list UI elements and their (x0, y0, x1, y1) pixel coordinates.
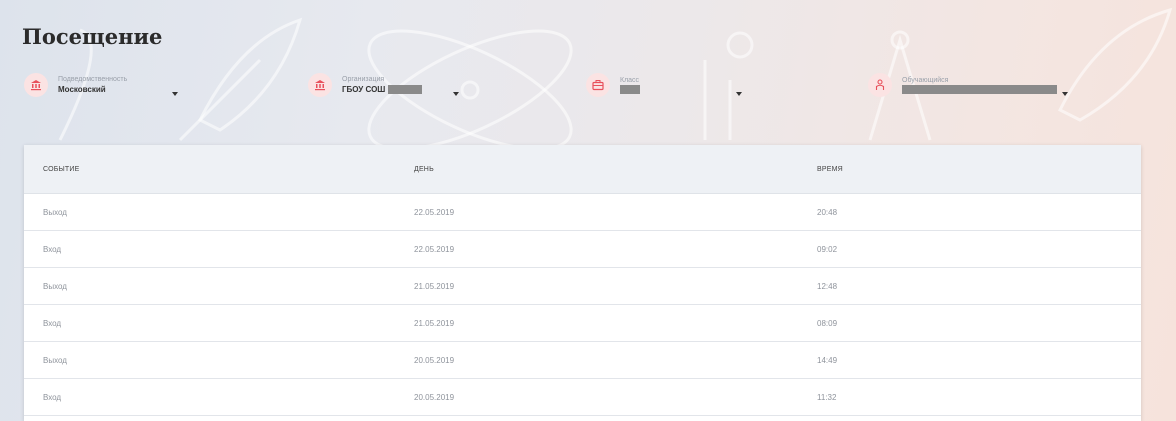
district-label: Подведомственность (58, 76, 128, 83)
bank-icon (308, 73, 332, 97)
class-label: Класс (620, 77, 640, 84)
table-row: Выход 22.05.2019 20:48 (24, 194, 1141, 231)
event-cell: Выход (43, 355, 67, 365)
chevron-down-icon[interactable] (736, 92, 742, 96)
attendance-table: СОБЫТИЕ ДЕНЬ ВРЕМЯ Выход 22.05.2019 20:4… (24, 145, 1141, 421)
briefcase-icon (586, 73, 610, 97)
bank-icon (24, 73, 48, 97)
class-value-row (620, 85, 640, 94)
time-cell: 12:48 (817, 281, 838, 291)
column-header-event[interactable]: СОБЫТИЕ (43, 166, 80, 173)
time-cell: 08:09 (817, 318, 838, 328)
redacted-block (902, 85, 1057, 94)
organization-value: ГБОУ СОШ (342, 85, 386, 94)
student-label: Обучающийся (902, 77, 949, 84)
time-cell: 11:32 (817, 392, 837, 402)
district-value: Московский (58, 85, 106, 94)
organization-filter[interactable]: Организация ГБОУ СОШ (308, 68, 423, 102)
event-cell: Выход (43, 207, 67, 217)
event-cell: Вход (43, 318, 62, 328)
day-cell: 20.05.2019 (414, 392, 455, 402)
column-header-time[interactable]: ВРЕМЯ (817, 166, 843, 173)
person-icon (868, 73, 892, 97)
time-cell: 14:49 (817, 355, 838, 365)
column-header-day[interactable]: ДЕНЬ (414, 166, 434, 173)
table-header: СОБЫТИЕ ДЕНЬ ВРЕМЯ (24, 145, 1141, 194)
student-value-row (902, 85, 1057, 94)
table-row: Вход 20.05.2019 11:32 (24, 379, 1141, 416)
table-row: Выход 21.05.2019 12:48 (24, 268, 1141, 305)
chevron-down-icon[interactable] (1062, 92, 1068, 96)
day-cell: 22.05.2019 (414, 207, 455, 217)
organization-label: Организация (342, 76, 385, 83)
organization-value-row: ГБОУ СОШ (342, 84, 423, 95)
day-cell: 20.05.2019 (414, 355, 455, 365)
day-cell: 21.05.2019 (414, 281, 455, 291)
redacted-block (388, 85, 423, 94)
table-row: Выход 20.05.2019 14:49 (24, 342, 1141, 379)
chevron-down-icon[interactable] (172, 92, 178, 96)
day-cell: 22.05.2019 (414, 244, 455, 254)
table-row: Вход 21.05.2019 08:09 (24, 305, 1141, 342)
event-cell: Вход (43, 244, 62, 254)
attendance-page: Посещение Подведомственность Московский (0, 0, 1176, 421)
time-cell: 09:02 (817, 244, 838, 254)
district-filter[interactable]: Подведомственность Московский (24, 68, 127, 102)
page-title: Посещение (22, 24, 163, 49)
class-filter[interactable]: Класс (586, 68, 640, 102)
chevron-down-icon[interactable] (453, 92, 459, 96)
time-cell: 20:48 (817, 207, 838, 217)
student-filter[interactable]: Обучающийся (868, 68, 1057, 102)
redacted-block (620, 85, 640, 94)
table-row: Вход 22.05.2019 09:02 (24, 231, 1141, 268)
event-cell: Выход (43, 281, 67, 291)
event-cell: Вход (43, 392, 62, 402)
day-cell: 21.05.2019 (414, 318, 455, 328)
